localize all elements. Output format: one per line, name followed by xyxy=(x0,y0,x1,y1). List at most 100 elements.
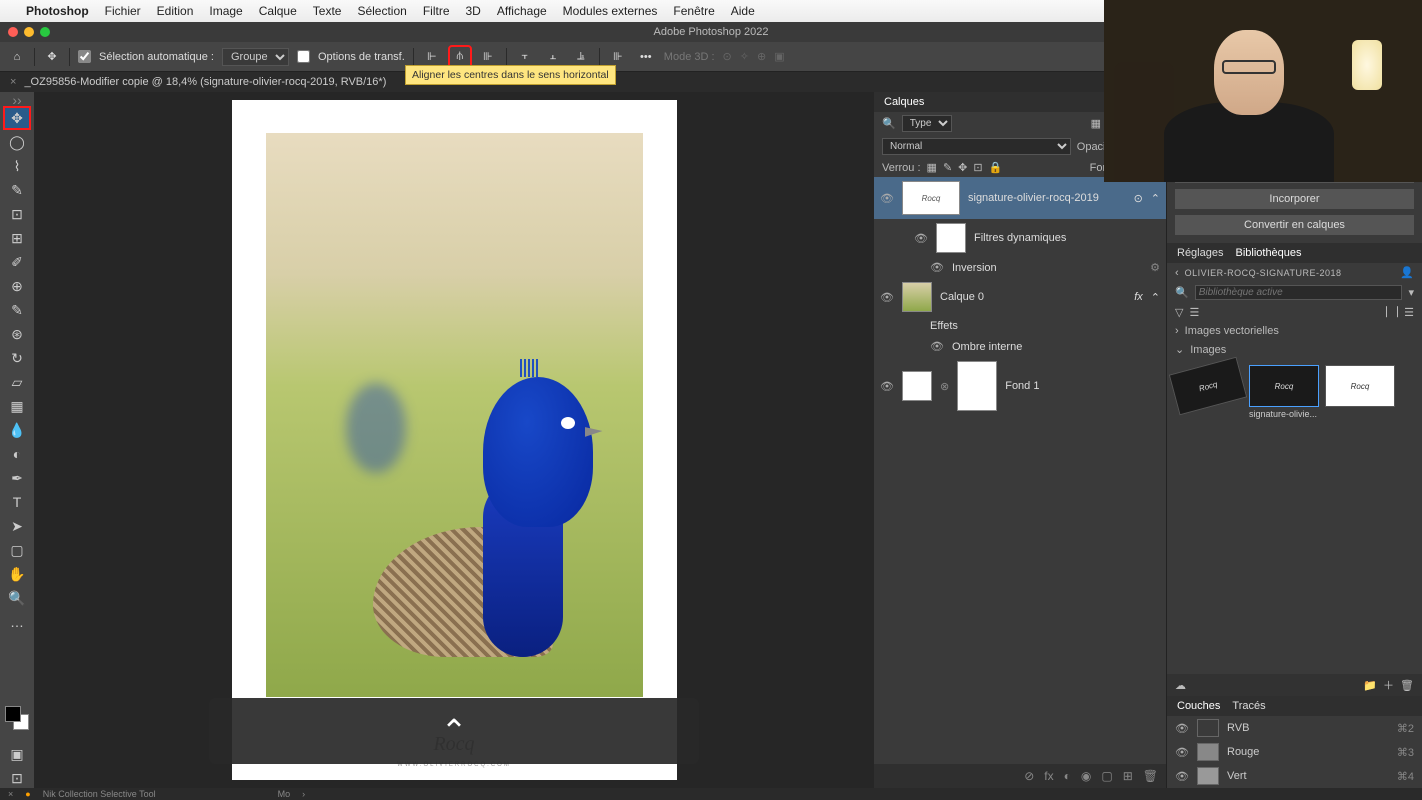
channel-thumb[interactable] xyxy=(1197,719,1219,737)
filter-type-dropdown[interactable]: Type xyxy=(902,115,952,132)
visibility-icon[interactable]: 👁 xyxy=(880,192,894,205)
color-swatches[interactable] xyxy=(5,706,29,730)
group-icon[interactable]: ▢ xyxy=(1101,769,1112,783)
lib-section-images[interactable]: Images xyxy=(1190,344,1226,356)
library-search-input[interactable] xyxy=(1195,285,1403,300)
menu-image[interactable]: Image xyxy=(209,4,242,18)
canvas-area[interactable]: Rocq WWW.OLIVIERROCQ.COM ⌃ xyxy=(34,92,874,788)
nik-tool-label[interactable]: Nik Collection Selective Tool xyxy=(43,789,156,799)
channel-vert[interactable]: 👁 Vert ⌘4 xyxy=(1167,764,1422,788)
auto-select-dropdown[interactable]: Groupe xyxy=(222,48,289,66)
align-vcenter-icon[interactable]: ⫠ xyxy=(543,47,563,67)
quickmask-icon[interactable]: ▣ xyxy=(5,744,29,764)
eraser-tool[interactable]: ▱ xyxy=(5,372,29,392)
menu-selection[interactable]: Sélection xyxy=(357,4,406,18)
lasso-tool[interactable]: ⌇ xyxy=(5,156,29,176)
path-select-tool[interactable]: ➤ xyxy=(5,516,29,536)
lib-folder-icon[interactable]: 📁 xyxy=(1363,679,1377,692)
delete-layer-icon[interactable]: 🗑 xyxy=(1143,769,1158,783)
crop-tool[interactable]: ⊡ xyxy=(5,204,29,224)
status-arrow-icon[interactable]: › xyxy=(302,789,305,799)
layer-thumb[interactable] xyxy=(902,282,932,312)
blend-mode-dropdown[interactable]: Normal xyxy=(882,138,1071,155)
convert-layers-button[interactable]: Convertir en calques xyxy=(1175,215,1414,235)
layer-signature[interactable]: 👁 Rocq signature-olivier-rocq-2019 ⊙ ⌃ xyxy=(874,177,1166,219)
layer-thumb[interactable] xyxy=(902,371,932,401)
visibility-icon[interactable]: 👁 xyxy=(880,291,894,304)
lib-section-vectors[interactable]: Images vectorielles xyxy=(1185,325,1279,337)
fx-badge[interactable]: fx xyxy=(1134,291,1143,303)
fx-icon[interactable]: fx xyxy=(1044,769,1053,783)
maximize-window-button[interactable] xyxy=(40,27,50,37)
mask-thumb[interactable] xyxy=(957,361,997,411)
visibility-icon[interactable]: 👁 xyxy=(880,380,894,393)
back-icon[interactable]: ‹ xyxy=(1175,267,1179,279)
distribute-icon[interactable]: ⊪ xyxy=(608,47,628,67)
marquee-tool[interactable]: ◯ xyxy=(5,132,29,152)
minimize-window-button[interactable] xyxy=(24,27,34,37)
visibility-icon[interactable]: 👁 xyxy=(930,340,944,353)
layers-tab[interactable]: Calques xyxy=(884,96,924,108)
filter-mask-thumb[interactable] xyxy=(936,223,966,253)
visibility-icon[interactable]: 👁 xyxy=(914,232,928,245)
align-top-icon[interactable]: ⫟ xyxy=(515,47,535,67)
lib-item-2[interactable]: Rocq xyxy=(1249,365,1319,407)
embed-button[interactable]: Incorporer xyxy=(1175,189,1414,209)
filter-pixel-icon[interactable]: ▦ xyxy=(1091,117,1101,130)
move-tool[interactable]: ✥ xyxy=(5,108,29,128)
sort-icon[interactable]: ☰ xyxy=(1189,306,1199,319)
menu-fichier[interactable]: Fichier xyxy=(105,4,141,18)
layer-effets[interactable]: Effets xyxy=(874,316,1166,336)
edit-toolbar-icon[interactable]: … xyxy=(5,612,29,632)
layer-calque0[interactable]: 👁 Calque 0 fx ⌃ xyxy=(874,278,1166,316)
quick-select-tool[interactable]: ✎ xyxy=(5,180,29,200)
invite-icon[interactable]: 👤 xyxy=(1400,266,1414,279)
link-layers-icon[interactable]: ⊘ xyxy=(1024,769,1034,783)
layer-inversion[interactable]: 👁 Inversion ⚙ xyxy=(874,257,1166,278)
move-tool-icon[interactable]: ✥ xyxy=(43,48,61,66)
collapse-icon[interactable]: ⌃ xyxy=(1151,192,1160,205)
collapse-icon[interactable]: ⌃ xyxy=(1151,291,1160,304)
stamp-tool[interactable]: ⊛ xyxy=(5,324,29,344)
foreground-swatch[interactable] xyxy=(5,706,21,722)
align-left-icon[interactable]: ⊩ xyxy=(422,47,442,67)
layer-thumb[interactable]: Rocq xyxy=(902,181,960,215)
menu-filtre[interactable]: Filtre xyxy=(423,4,450,18)
search-icon[interactable]: 🔍 xyxy=(882,117,896,130)
close-tab-icon[interactable]: × xyxy=(10,76,16,88)
status-close-icon[interactable]: × xyxy=(8,789,13,799)
lock-all-icon[interactable]: 🔒 xyxy=(989,161,1003,174)
lock-move-icon[interactable]: ✥ xyxy=(958,161,967,174)
menu-fenetre[interactable]: Fenêtre xyxy=(673,4,714,18)
align-bottom-icon[interactable]: ⫡ xyxy=(571,47,591,67)
align-right-icon[interactable]: ⊪ xyxy=(478,47,498,67)
auto-select-checkbox[interactable] xyxy=(78,50,91,63)
lib-item-1[interactable]: Rocq xyxy=(1169,357,1247,416)
collapse-toolbar-icon[interactable]: ›› xyxy=(5,96,29,104)
hand-tool[interactable]: ✋ xyxy=(5,564,29,584)
close-window-button[interactable] xyxy=(8,27,18,37)
lock-artboard-icon[interactable]: ⊡ xyxy=(973,161,982,174)
chevron-down-icon[interactable]: ⌄ xyxy=(1175,343,1184,356)
bibliotheques-tab[interactable]: Bibliothèques xyxy=(1235,247,1301,259)
link-icon[interactable]: ⊗ xyxy=(940,380,949,393)
link-icon[interactable]: ⊙ xyxy=(1134,192,1143,205)
channel-rvb[interactable]: 👁 RVB ⌘2 xyxy=(1167,716,1422,740)
zoom-tool[interactable]: 🔍 xyxy=(5,588,29,608)
view-grid-icon[interactable]: ☰ xyxy=(1404,306,1414,319)
lock-brush-icon[interactable]: ✎ xyxy=(943,161,952,174)
menu-calque[interactable]: Calque xyxy=(259,4,297,18)
align-hcenter-icon[interactable]: ⫛ xyxy=(450,47,470,67)
channel-thumb[interactable] xyxy=(1197,767,1219,785)
library-name[interactable]: OLIVIER-ROCQ-SIGNATURE-2018 xyxy=(1185,268,1342,278)
menu-texte[interactable]: Texte xyxy=(313,4,342,18)
blur-tool[interactable]: 💧 xyxy=(5,420,29,440)
traces-tab[interactable]: Tracés xyxy=(1232,700,1265,712)
dodge-tool[interactable]: ◐ xyxy=(5,444,29,464)
healing-tool[interactable]: ⊕ xyxy=(5,276,29,296)
adjustment-icon[interactable]: ◉ xyxy=(1081,769,1091,783)
mask-icon[interactable]: ◐ xyxy=(1064,769,1071,783)
channel-rouge[interactable]: 👁 Rouge ⌘3 xyxy=(1167,740,1422,764)
shape-tool[interactable]: ▢ xyxy=(5,540,29,560)
lib-item-3[interactable]: Rocq xyxy=(1325,365,1395,407)
